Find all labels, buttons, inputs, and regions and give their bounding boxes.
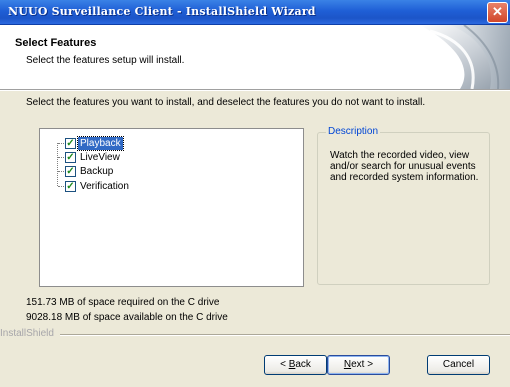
checkbox[interactable]: ✓: [65, 181, 76, 192]
feature-item-verification[interactable]: ✓ Verification: [65, 180, 131, 193]
feature-item-liveview[interactable]: ✓ LiveView: [65, 151, 122, 164]
tree-connector: [58, 171, 64, 172]
page-title: Select Features: [15, 37, 97, 49]
installshield-brand: InstallShield: [0, 328, 54, 339]
feature-item-backup[interactable]: ✓ Backup: [65, 165, 115, 178]
back-prefix: <: [280, 359, 289, 370]
window-title: NUUO Surveillance Client - InstallShield…: [8, 5, 316, 18]
tree-connector: [58, 157, 64, 158]
back-label: ack: [295, 359, 311, 370]
feature-label[interactable]: Backup: [78, 165, 115, 178]
checkbox[interactable]: ✓: [65, 152, 76, 163]
checkbox[interactable]: ✓: [65, 166, 76, 177]
next-button[interactable]: Next >: [327, 355, 390, 375]
feature-item-playback[interactable]: ✓ Playback: [65, 136, 124, 151]
page-subtitle: Select the features setup will install.: [26, 55, 185, 66]
checkbox[interactable]: ✓: [65, 138, 76, 149]
description-text: Watch the recorded video, view and/or se…: [330, 150, 479, 183]
header-divider: [0, 90, 510, 91]
space-required-text: 151.73 MB of space required on the C dri…: [26, 297, 220, 308]
title-bar[interactable]: NUUO Surveillance Client - InstallShield…: [0, 0, 510, 25]
feature-label[interactable]: LiveView: [78, 151, 122, 164]
close-icon: ✕: [492, 4, 503, 19]
footer-divider: [60, 334, 510, 336]
tree-connector: [58, 186, 64, 187]
header-banner-art: [420, 25, 510, 89]
feature-label[interactable]: Verification: [78, 180, 131, 193]
next-label: ext >: [351, 359, 374, 370]
feature-label[interactable]: Playback: [77, 136, 124, 151]
close-button[interactable]: ✕: [487, 2, 508, 23]
instruction-text: Select the features you want to install,…: [26, 97, 426, 108]
feature-tree[interactable]: ✓ Playback ✓ LiveView ✓ Backup ✓ Verific…: [39, 128, 304, 287]
cancel-button[interactable]: Cancel: [427, 355, 490, 375]
description-group: Description Watch the recorded video, vi…: [317, 126, 490, 285]
tree-connector: [58, 143, 64, 144]
wizard-header: Select Features Select the features setu…: [0, 25, 510, 90]
description-legend: Description: [326, 126, 381, 137]
installshield-wizard-window: NUUO Surveillance Client - InstallShield…: [0, 0, 510, 387]
back-button[interactable]: < Back: [264, 355, 327, 375]
space-available-text: 9028.18 MB of space available on the C d…: [26, 312, 228, 323]
tree-connector: [57, 143, 58, 186]
